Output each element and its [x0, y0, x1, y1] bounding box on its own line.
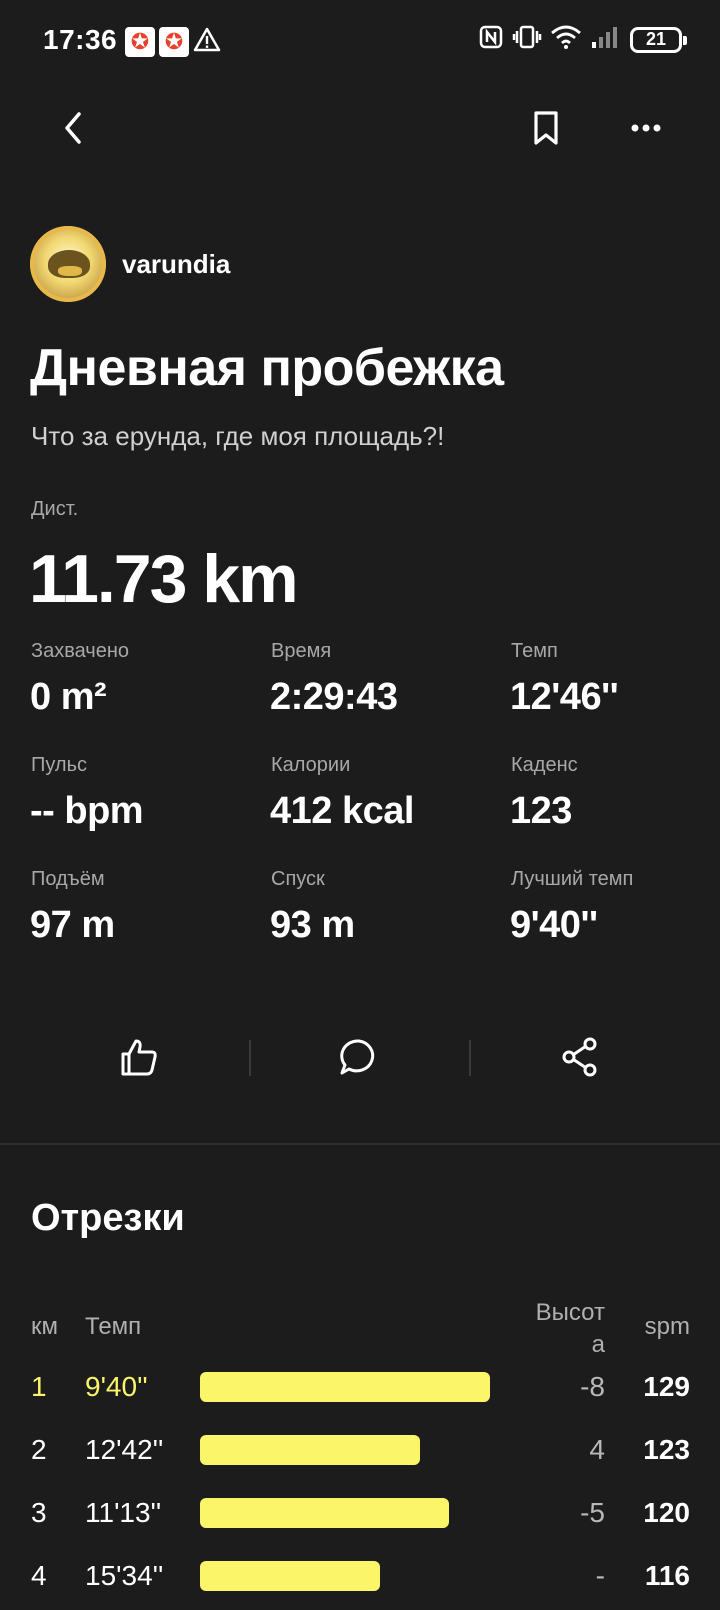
distance-label: Дист. — [31, 498, 79, 520]
back-button[interactable] — [50, 104, 98, 152]
thumbs-up-icon — [121, 1039, 157, 1076]
split-pace-bar — [200, 1498, 449, 1528]
section-divider — [0, 1143, 720, 1145]
split-spm: 123 — [643, 1434, 690, 1465]
stat-label: Лучший темп — [511, 868, 634, 890]
wifi-icon — [550, 24, 582, 55]
activity-description: Что за ерунда, где моя площадь?! — [31, 421, 445, 451]
split-km: 2 — [31, 1434, 47, 1465]
split-pace: 11'13'' — [85, 1497, 162, 1528]
chevron-left-icon — [65, 112, 81, 144]
action-divider — [249, 1040, 251, 1076]
distance-value: 11.73 km — [29, 541, 299, 617]
app-notification-icon: ✪ — [125, 27, 155, 57]
stat-label: Каденс — [511, 754, 578, 776]
signal-icon — [590, 24, 622, 55]
like-button[interactable] — [109, 1027, 169, 1087]
splits-title: Отрезки — [31, 1197, 185, 1239]
action-divider — [469, 1040, 471, 1076]
split-pace-bar — [200, 1372, 490, 1402]
column-header-km: км — [31, 1313, 58, 1340]
stat-label: Спуск — [271, 868, 325, 890]
system-icons: 21 — [478, 24, 687, 55]
more-horizontal-icon — [631, 124, 661, 132]
app-notification-icon: ✪ — [159, 27, 189, 57]
status-bar: 17:36 ✪ ✪ 21 — [0, 0, 720, 84]
avatar[interactable] — [30, 226, 106, 302]
username[interactable]: varundia — [122, 249, 230, 280]
stat-value: 123 — [510, 790, 572, 832]
stat-label: Темп — [511, 640, 558, 662]
stat-label: Время — [271, 640, 332, 662]
activity-title: Дневная пробежка — [30, 339, 504, 397]
battery-icon: 21 — [630, 26, 687, 53]
stat-label: Захвачено — [31, 640, 129, 662]
split-elevation: 4 — [589, 1434, 605, 1465]
split-km: 3 — [31, 1497, 47, 1528]
battery-level: 21 — [645, 29, 667, 49]
column-header-pace: Темп — [85, 1313, 142, 1340]
split-spm: 116 — [644, 1560, 690, 1591]
stat-value: 97 m — [30, 904, 115, 946]
stat-label: Калории — [271, 754, 351, 776]
stat-value: 93 m — [270, 904, 355, 946]
stat-value: -- bpm — [30, 790, 144, 832]
status-time: 17:36 — [43, 24, 118, 55]
split-spm: 120 — [643, 1497, 690, 1528]
warning-icon — [193, 26, 221, 59]
vibrate-icon — [512, 24, 542, 55]
comment-button[interactable] — [329, 1027, 389, 1087]
stat-value: 2:29:43 — [270, 676, 398, 718]
share-button[interactable] — [550, 1027, 610, 1087]
split-pace: 12'42'' — [85, 1434, 164, 1465]
stat-label: Подъём — [31, 868, 105, 890]
split-pace: 9'40'' — [85, 1371, 148, 1402]
split-elevation: - — [595, 1560, 605, 1591]
bookmark-button[interactable] — [522, 104, 570, 152]
stat-value: 12'46'' — [510, 676, 619, 718]
stat-label: Пульс — [31, 754, 88, 776]
stat-value: 412 kcal — [270, 790, 414, 832]
split-pace-bar — [200, 1435, 420, 1465]
split-pace-bar — [200, 1561, 380, 1591]
column-header-elevation: Высот а — [535, 1299, 605, 1358]
stat-value: 9'40'' — [510, 904, 598, 946]
nfc-icon — [478, 24, 504, 55]
stat-value: 0 m² — [30, 676, 107, 718]
split-pace: 15'34'' — [85, 1560, 164, 1591]
column-header-spm: spm — [644, 1313, 690, 1340]
more-options-button[interactable] — [622, 104, 670, 152]
split-km: 4 — [31, 1560, 47, 1591]
split-km: 1 — [31, 1371, 47, 1402]
comment-icon — [340, 1039, 375, 1075]
split-elevation: -5 — [580, 1497, 605, 1528]
split-elevation: -8 — [580, 1371, 605, 1402]
bookmark-icon — [534, 111, 558, 145]
share-icon — [562, 1037, 597, 1077]
split-spm: 129 — [643, 1371, 690, 1402]
